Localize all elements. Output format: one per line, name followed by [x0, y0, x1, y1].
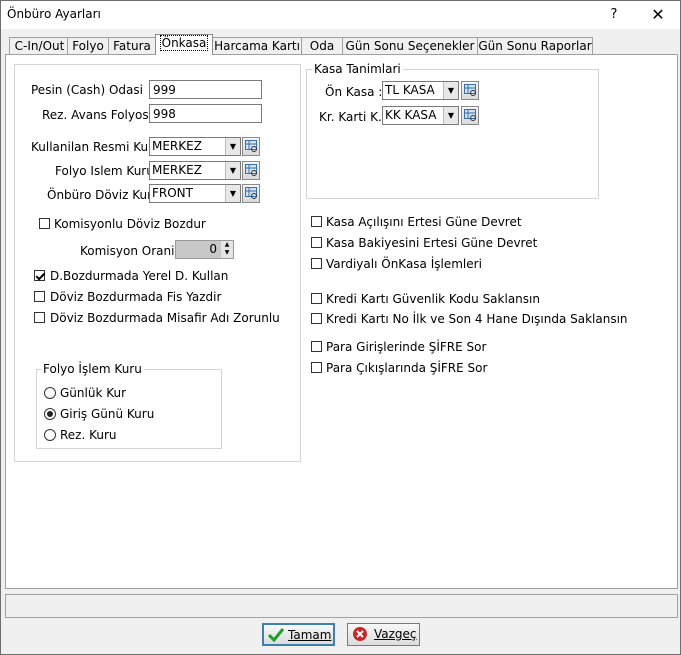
tab-label: Gün Sonu Seçenekler	[345, 39, 475, 53]
giris-gunu-kuru-radio[interactable]	[44, 408, 56, 420]
on-kasa-label: Ön Kasa :	[325, 85, 383, 99]
para-cikis-sifre-label: Para Çıkışlarında ŞİFRE Sor	[326, 361, 488, 375]
kasa-bakiyesi-devret-checkbox[interactable]	[311, 237, 322, 248]
vardiyali-onkasa-label: Vardiyalı ÖnKasa İşlemleri	[326, 257, 482, 271]
tab-label: Önkasa	[159, 35, 209, 51]
rez-kuru-label: Rez. Kuru	[60, 428, 117, 442]
guvenlik-kodu-label: Kredi Kartı Güvenlik Kodu Saklansın	[326, 292, 540, 306]
folyo-islem-kuru-picker-button[interactable]	[242, 161, 260, 180]
komisyonlu-doviz-checkbox[interactable]	[39, 218, 50, 229]
combo-value: FRONT	[152, 186, 193, 200]
para-cikis-sifre-checkbox[interactable]	[311, 362, 322, 373]
gunluk-kur-label: Günlük Kur	[60, 386, 127, 400]
tamam-label: Tamam	[288, 628, 332, 642]
help-button[interactable]: ?	[604, 5, 624, 25]
vazgec-button[interactable]: Vazgeç	[347, 623, 420, 646]
spinner-arrows-icon[interactable]: ▲ ▼	[221, 241, 233, 258]
vardiyali-onkasa-checkbox[interactable]	[311, 258, 322, 269]
onburo-doviz-kuru-label: Önbüro Döviz Kuru	[47, 188, 160, 202]
combo-value: MERKEZ	[152, 163, 202, 177]
komisyon-orani-label: Komisyon Orani	[80, 244, 175, 258]
rez-avans-folyosu-label: Rez. Avans Folyosu	[42, 108, 157, 122]
window-title: Önbüro Ayarları	[7, 7, 101, 21]
close-button[interactable]: ✕	[646, 5, 670, 25]
rez-avans-folyosu-input[interactable]: 998	[149, 104, 262, 123]
resmi-kur-picker-button[interactable]	[242, 137, 260, 156]
tab-folyo[interactable]: Folyo	[67, 37, 109, 55]
komisyon-orani-spinner[interactable]: 0 ▲ ▼	[175, 240, 234, 259]
giris-gunu-kuru-label: Giriş Günü Kuru	[60, 407, 155, 421]
para-giris-sifre-label: Para Girişlerinde ŞİFRE Sor	[326, 340, 487, 354]
guvenlik-kodu-checkbox[interactable]	[311, 293, 322, 304]
fis-yazdir-checkbox[interactable]	[34, 291, 45, 302]
cancel-icon	[353, 627, 367, 641]
onburo-doviz-kuru-combo[interactable]: FRONT ▼	[149, 184, 241, 203]
onburo-doviz-kuru-picker-button[interactable]	[242, 184, 260, 203]
folyo-islem-kuru-group-title: Folyo İşlem Kuru	[41, 362, 144, 376]
tab-label: Harcama Kartı	[214, 39, 300, 53]
tab-label: Folyo	[72, 39, 104, 53]
fis-yazdir-label: Döviz Bozdurmada Fis Yazdir	[50, 290, 222, 304]
chevron-down-icon[interactable]: ▼	[225, 162, 240, 179]
tab-label: Fatura	[113, 39, 151, 53]
gunluk-kur-radio[interactable]	[44, 387, 56, 399]
vazgec-label: Vazgeç	[374, 627, 417, 641]
misafir-adi-checkbox[interactable]	[34, 312, 45, 323]
tab-label: Oda	[309, 39, 335, 53]
chevron-down-icon[interactable]: ▼	[443, 107, 458, 124]
tab-label: Gün Sonu Raporlar	[478, 39, 592, 53]
chevron-down-icon[interactable]: ▼	[225, 138, 240, 155]
on-kasa-picker-button[interactable]	[461, 81, 479, 100]
resmi-kur-combo[interactable]: MERKEZ ▼	[149, 137, 241, 156]
kasa-tanimlari-group-title: Kasa Tanimlari	[312, 62, 403, 76]
pesin-odasi-input[interactable]: 999	[149, 80, 262, 99]
kk-kasa-picker-button[interactable]	[461, 106, 479, 125]
tab-harcama-karti[interactable]: Harcama Kartı	[212, 37, 302, 55]
chevron-down-icon[interactable]: ▼	[443, 82, 458, 99]
check-icon	[268, 628, 284, 642]
spinner-value: 0	[209, 242, 217, 256]
kk-kasa-combo[interactable]: KK KASA ▼	[382, 106, 459, 125]
status-bar	[5, 594, 678, 618]
komisyonlu-doviz-label: Komisyonlu Döviz Bozdur	[54, 217, 206, 231]
grid-lookup-icon	[464, 109, 476, 121]
kart-no-saklama-label: Kredi Kartı No İlk ve Son 4 Hane Dışında…	[326, 312, 628, 326]
tab-c-in-out[interactable]: C-In/Out	[9, 37, 70, 55]
title-bar: Önbüro Ayarları ? ✕	[1, 1, 680, 29]
combo-value: KK KASA	[385, 108, 437, 122]
grid-lookup-icon	[245, 164, 257, 176]
tamam-button[interactable]: Tamam	[262, 623, 335, 646]
folyo-islem-kuru-combo[interactable]: MERKEZ ▼	[149, 161, 241, 180]
combo-value: MERKEZ	[152, 139, 202, 153]
dialog-window: Önbüro Ayarları ? ✕ C-In/Out Folyo Fatur…	[0, 0, 681, 655]
kasa-acilisi-devret-checkbox[interactable]	[311, 216, 322, 227]
tab-fatura[interactable]: Fatura	[108, 37, 156, 55]
rez-kuru-radio[interactable]	[44, 429, 56, 441]
tab-onkasa[interactable]: Önkasa	[155, 34, 213, 55]
on-kasa-combo[interactable]: TL KASA ▼	[382, 81, 459, 100]
kart-no-saklama-checkbox[interactable]	[311, 313, 322, 324]
tab-gun-sonu-secenekler[interactable]: Gün Sonu Seçenekler	[342, 37, 478, 55]
yerel-doviz-label: D.Bozdurmada Yerel D. Kullan	[50, 269, 229, 283]
tab-oda[interactable]: Oda	[301, 37, 343, 55]
chevron-down-icon[interactable]: ▼	[225, 185, 240, 202]
pesin-odasi-label: Pesin (Cash) Odasi	[31, 83, 143, 97]
tab-gun-sonu-raporlar[interactable]: Gün Sonu Raporlar	[477, 37, 593, 55]
tab-label: C-In/Out	[14, 39, 65, 53]
grid-lookup-icon	[464, 84, 476, 96]
combo-value: TL KASA	[385, 83, 435, 97]
kasa-acilisi-devret-label: Kasa Açılışını Ertesi Güne Devret	[326, 215, 522, 229]
yerel-doviz-checkbox[interactable]	[34, 270, 45, 281]
misafir-adi-label: Döviz Bozdurmada Misafir Adı Zorunlu	[50, 311, 280, 325]
para-giris-sifre-checkbox[interactable]	[311, 341, 322, 352]
resmi-kur-label: Kullanilan Resmi Kur	[31, 140, 154, 154]
grid-lookup-icon	[245, 187, 257, 199]
kasa-bakiyesi-devret-label: Kasa Bakiyesini Ertesi Güne Devret	[326, 236, 538, 250]
grid-lookup-icon	[245, 140, 257, 152]
kk-kasa-label: Kr. Karti K.:	[319, 110, 386, 124]
folyo-islem-kuru-label: Folyo Islem Kuru	[55, 164, 154, 178]
